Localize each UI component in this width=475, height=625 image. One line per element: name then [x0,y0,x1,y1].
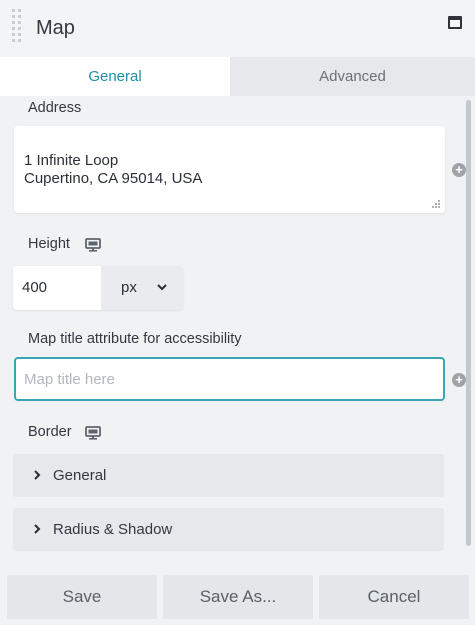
height-label: Height [28,236,70,252]
border-label: Border [28,424,72,440]
panel-header: Map [0,0,475,57]
map-title-input[interactable] [14,357,445,401]
save-button[interactable]: Save [7,575,157,619]
chevron-right-icon [34,470,41,480]
tab-bar: General Advanced [0,57,475,96]
footer-actions: Save Save As... Cancel [0,565,475,625]
settings-content: Address 1 Infinite Loop Cupertino, CA 95… [0,96,475,565]
save-as-button[interactable]: Save As... [163,575,313,619]
unit-label: px [121,279,137,296]
maximize-window-icon[interactable] [448,16,462,29]
chevron-down-icon [157,284,167,291]
resize-grip-icon[interactable] [431,199,441,209]
address-value: 1 Infinite Loop Cupertino, CA 95014, USA [24,152,203,187]
add-field-icon[interactable]: + [452,373,466,387]
tab-general[interactable]: General [0,57,230,96]
panel-title: Map [36,17,75,39]
address-label: Address [28,100,82,116]
border-general-section[interactable]: General [13,454,444,497]
cancel-button[interactable]: Cancel [319,575,469,619]
chevron-right-icon [34,524,41,534]
section-label: General [53,467,107,484]
desktop-monitor-icon[interactable] [85,426,101,440]
add-field-icon[interactable]: + [452,163,466,177]
scrollbar[interactable] [466,100,471,546]
section-label: Radius & Shadow [53,521,173,538]
drag-handle-icon[interactable] [12,9,22,47]
desktop-monitor-icon[interactable] [85,238,101,252]
height-input[interactable]: 400 [22,279,47,296]
height-field-group: 400 px [13,266,183,310]
unit-select[interactable]: px [101,266,183,310]
radius-shadow-section[interactable]: Radius & Shadow [13,508,444,551]
tab-advanced[interactable]: Advanced [230,57,475,96]
address-textarea[interactable]: 1 Infinite Loop Cupertino, CA 95014, USA [14,126,445,213]
map-title-label: Map title attribute for accessibility [28,331,242,347]
